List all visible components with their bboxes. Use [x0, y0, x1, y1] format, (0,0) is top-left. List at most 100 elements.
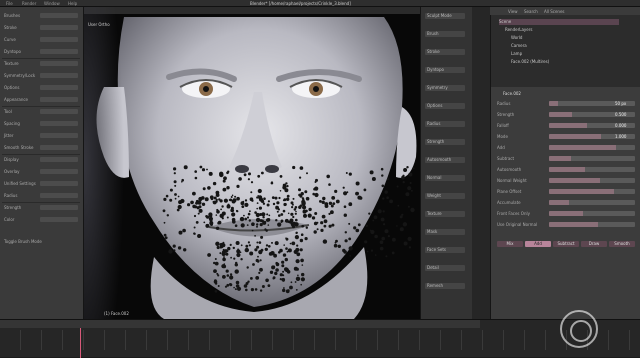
- tool-row-label[interactable]: Smooth Stroke: [4, 145, 33, 151]
- tool-row-field[interactable]: [40, 97, 78, 102]
- tool-row-field[interactable]: [40, 13, 78, 18]
- outliner-filter-select[interactable]: All Scenes: [544, 9, 565, 14]
- tool-row-field[interactable]: [40, 169, 78, 174]
- outliner-item[interactable]: Camera: [511, 43, 631, 49]
- mode-button[interactable]: Subtract: [553, 241, 579, 247]
- mode-button[interactable]: Mix: [497, 241, 523, 247]
- tool-row-label[interactable]: Tool: [4, 109, 12, 115]
- tool-row-label[interactable]: Brushes: [4, 13, 20, 19]
- property-slider[interactable]: [549, 222, 635, 227]
- property-label: Subtract: [497, 156, 515, 161]
- property-value: 0.500: [615, 112, 627, 117]
- properties-title: Face.002: [503, 91, 521, 96]
- outliner-item[interactable]: Face.002 (Multires): [511, 59, 631, 65]
- sculpt-option-button[interactable]: Autosmooth: [425, 157, 465, 163]
- timeline-tick: [41, 330, 42, 350]
- property-slider[interactable]: [549, 145, 635, 150]
- tool-row-label[interactable]: Symmetry/Lock: [4, 73, 35, 79]
- outliner-item[interactable]: RenderLayers: [505, 27, 625, 33]
- tool-row-field[interactable]: [40, 25, 78, 30]
- timeline-tick: [293, 330, 294, 350]
- tool-row-field[interactable]: [40, 61, 78, 66]
- timeline-tick: [104, 330, 105, 350]
- tool-row-field[interactable]: [40, 181, 78, 186]
- tool-row-label[interactable]: Dyntopo: [4, 49, 21, 55]
- tool-row-label[interactable]: Jitter: [4, 133, 14, 139]
- sculpt-option-button[interactable]: Detail: [425, 265, 465, 271]
- tool-row-field[interactable]: [40, 121, 78, 126]
- menu-help[interactable]: Help: [68, 1, 77, 6]
- tool-row-label[interactable]: Curve: [4, 37, 16, 43]
- property-label: Use Original Normal: [497, 222, 538, 227]
- tool-row-label[interactable]: Appearance: [4, 97, 28, 103]
- sculpt-option-button[interactable]: Normal: [425, 175, 465, 181]
- property-slider[interactable]: [549, 200, 635, 205]
- property-slider[interactable]: [549, 178, 635, 183]
- menu-window[interactable]: Window: [44, 1, 60, 6]
- mode-button[interactable]: Add: [525, 241, 551, 247]
- mode-button[interactable]: Draw: [581, 241, 607, 247]
- property-slider[interactable]: [549, 211, 635, 216]
- sculpt-option-button[interactable]: Stroke: [425, 49, 465, 55]
- tool-row-label[interactable]: Overlay: [4, 169, 20, 175]
- tool-row-label[interactable]: Spacing: [4, 121, 20, 127]
- divider: [2, 58, 80, 59]
- tool-row-field[interactable]: [40, 85, 78, 90]
- property-value: 0.000: [615, 123, 627, 128]
- sculpt-option-button[interactable]: Dyntopo: [425, 67, 465, 73]
- tool-row-field[interactable]: [40, 217, 78, 222]
- sculpt-option-button[interactable]: Weight: [425, 193, 465, 199]
- outliner-item[interactable]: Lamp: [511, 51, 631, 57]
- sculpt-option-button[interactable]: Sculpt Mode: [425, 13, 465, 19]
- tool-row-label[interactable]: Strength: [4, 205, 21, 211]
- timeline-tick: [629, 330, 630, 350]
- tool-row-label[interactable]: Texture: [4, 61, 19, 67]
- property-slider[interactable]: [549, 167, 635, 172]
- tool-row-field[interactable]: [40, 205, 78, 210]
- sculpt-option-button[interactable]: Brush: [425, 31, 465, 37]
- tool-row-label[interactable]: Options: [4, 85, 19, 91]
- sculpt-option-button[interactable]: Remesh: [425, 283, 465, 289]
- viewport-label: User Ortho: [88, 22, 110, 27]
- sculpt-option-button[interactable]: Options: [425, 103, 465, 109]
- tool-row-field[interactable]: [40, 157, 78, 162]
- tool-row-label[interactable]: Display: [4, 157, 19, 163]
- tool-row-label[interactable]: Color: [4, 217, 14, 223]
- property-label: Add: [497, 145, 505, 150]
- 3d-viewport[interactable]: User Ortho (1) Face.002: [84, 7, 420, 319]
- property-slider[interactable]: [549, 189, 635, 194]
- properties-tab-strip[interactable]: [472, 7, 490, 319]
- toggle-brush-mode-label[interactable]: Toggle Brush Mode: [4, 239, 42, 245]
- tool-row-label[interactable]: Radius: [4, 193, 17, 199]
- timeline-tick: [146, 330, 147, 350]
- outliner-item[interactable]: World: [511, 35, 631, 41]
- outliner-item[interactable]: Scene: [499, 19, 619, 25]
- menu-file[interactable]: File: [6, 1, 13, 6]
- sculpt-option-button[interactable]: Texture: [425, 211, 465, 217]
- timeline-playhead[interactable]: [80, 328, 81, 358]
- divider: [2, 202, 80, 203]
- sculpt-option-button[interactable]: Face Sets: [425, 247, 465, 253]
- sculpt-option-button[interactable]: Radius: [425, 121, 465, 127]
- tool-row-field[interactable]: [40, 133, 78, 138]
- menu-render[interactable]: Render: [22, 1, 36, 6]
- tool-row-field[interactable]: [40, 145, 78, 150]
- property-label: Falloff: [497, 123, 509, 128]
- timeline[interactable]: [0, 319, 640, 358]
- sculpt-option-button[interactable]: Mask: [425, 229, 465, 235]
- mode-button[interactable]: Smooth: [609, 241, 635, 247]
- outliner-view-menu[interactable]: View: [508, 9, 518, 14]
- outliner-search-menu[interactable]: Search: [524, 9, 538, 14]
- tool-row-field[interactable]: [40, 73, 78, 78]
- tool-row-field[interactable]: [40, 49, 78, 54]
- tool-row-field[interactable]: [40, 37, 78, 42]
- timeline-tick: [251, 330, 252, 350]
- property-slider[interactable]: [549, 156, 635, 161]
- tool-row-field[interactable]: [40, 193, 78, 198]
- tool-row-label[interactable]: Stroke: [4, 25, 17, 31]
- tool-row-field[interactable]: [40, 109, 78, 114]
- sculpt-option-button[interactable]: Strength: [425, 139, 465, 145]
- properties-panel: Face.002 Radius Strength Falloff Mode Add Sub…: [490, 87, 640, 319]
- tool-row-label[interactable]: Unified Settings: [4, 181, 36, 187]
- sculpt-option-button[interactable]: Symmetry: [425, 85, 465, 91]
